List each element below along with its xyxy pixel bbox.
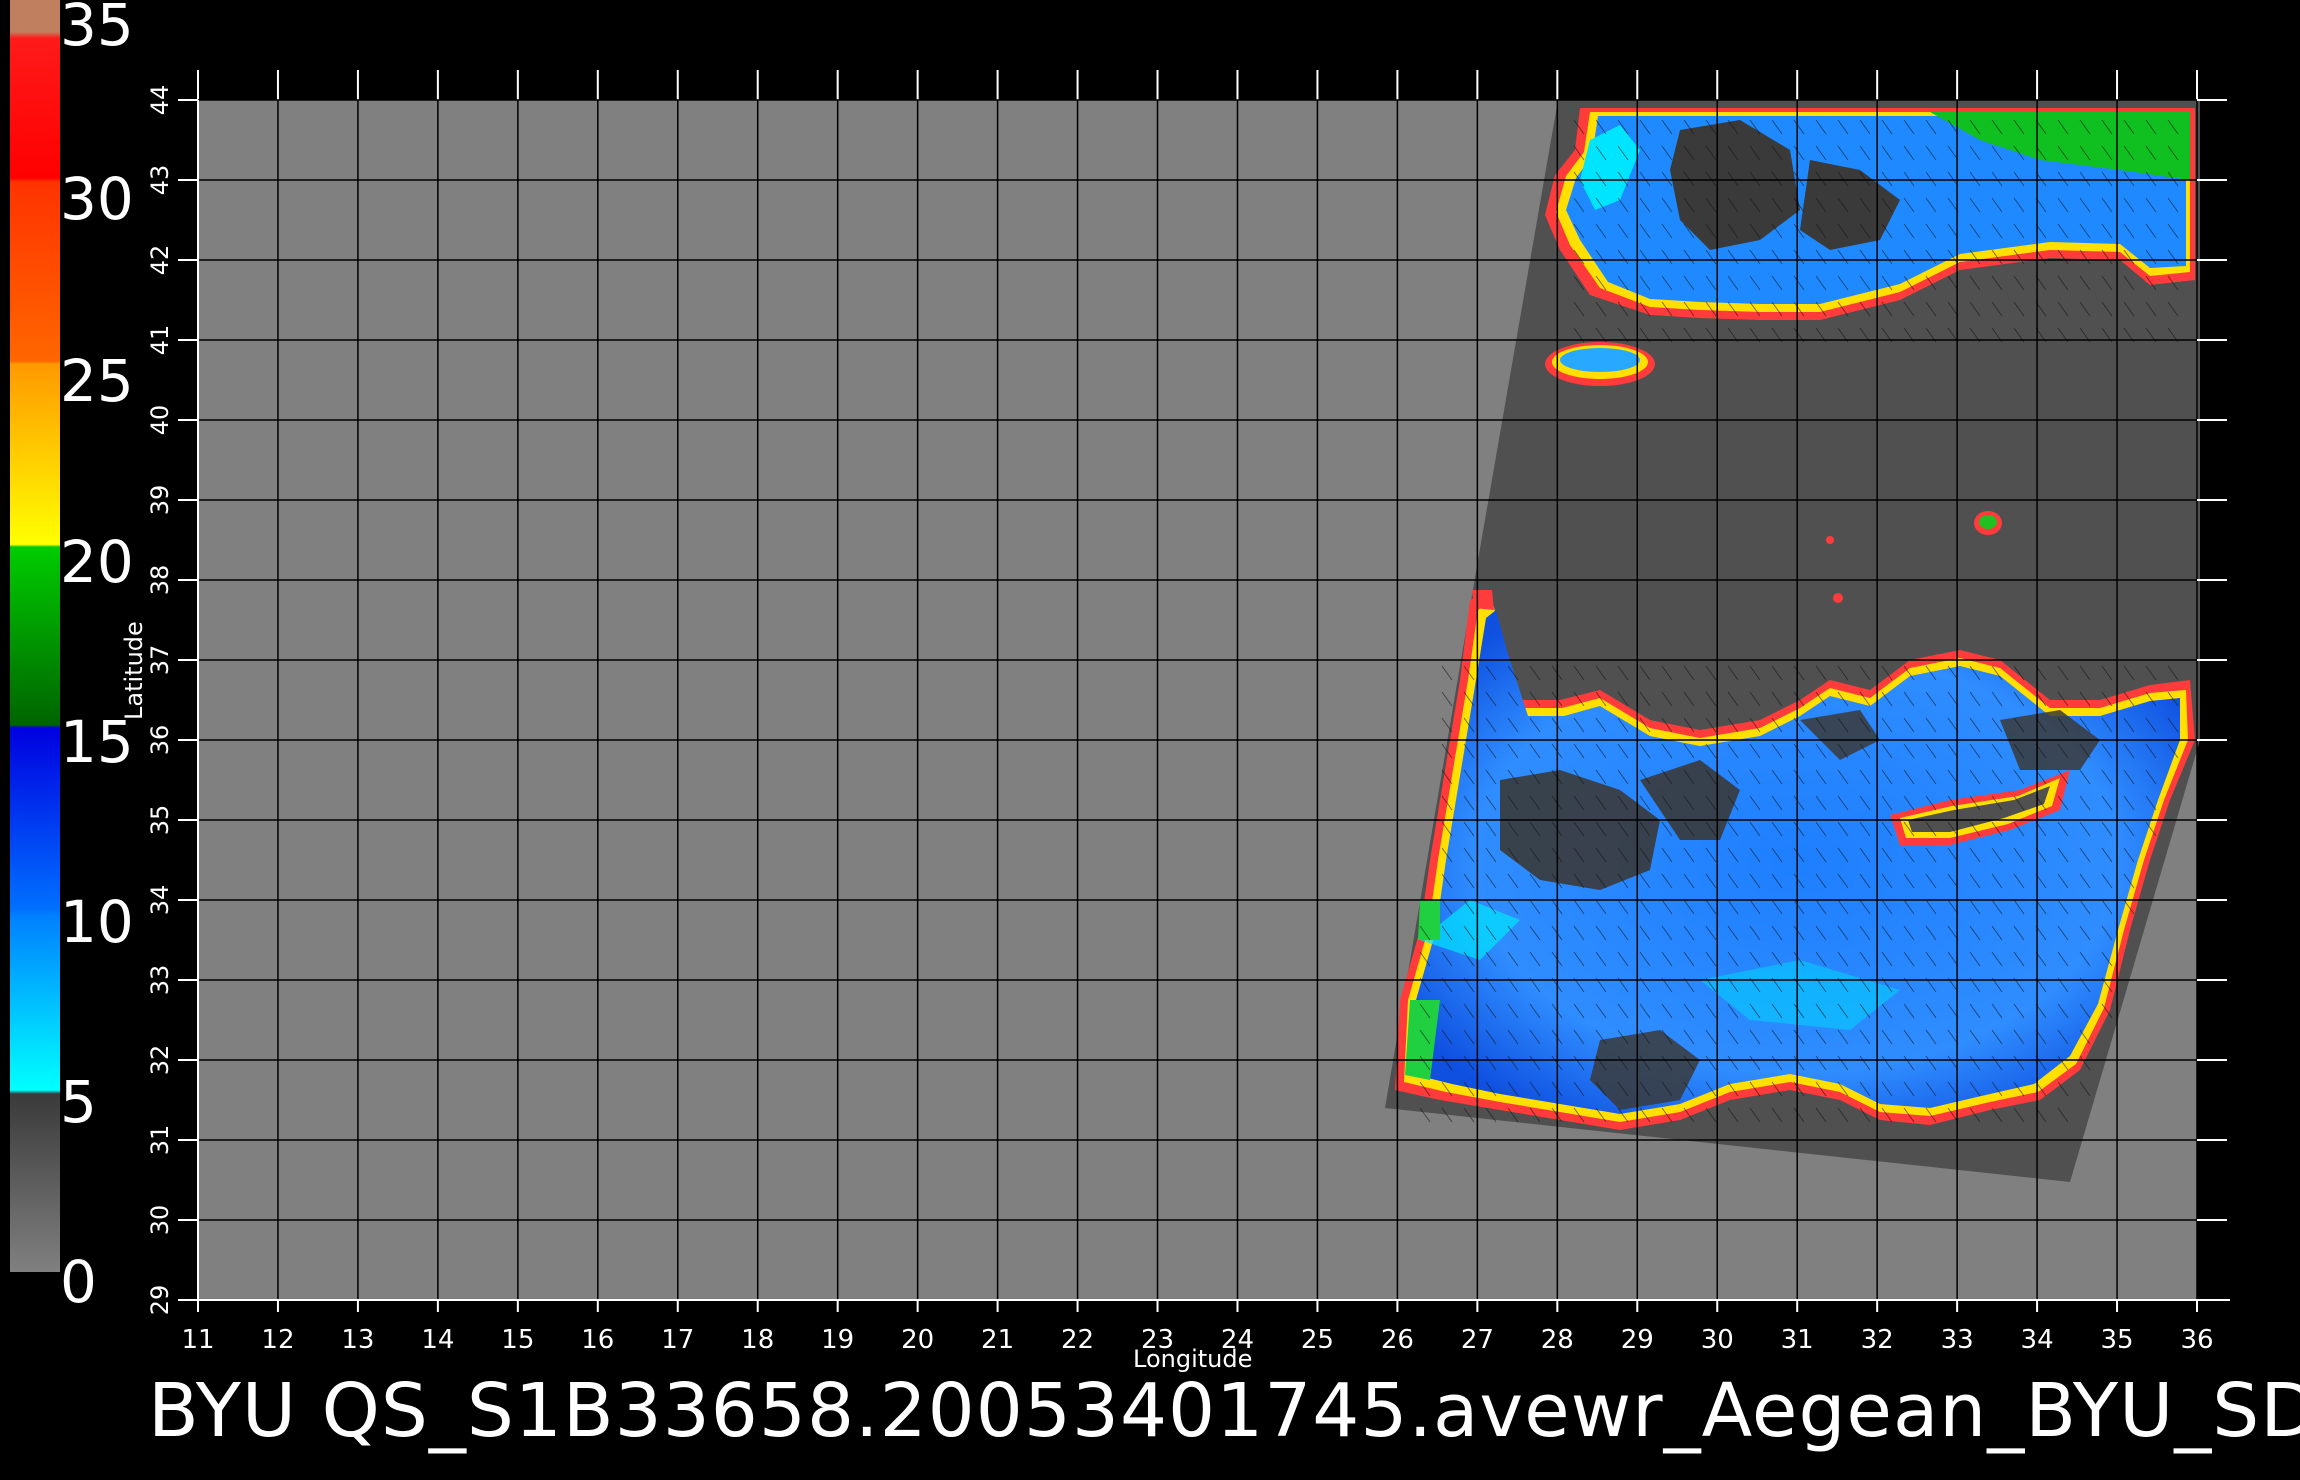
lon-tick-label: 21	[981, 1325, 1014, 1355]
lon-tick-label: 15	[501, 1325, 534, 1355]
lon-tick-label: 12	[261, 1325, 294, 1355]
lon-tick-label: 17	[661, 1325, 694, 1355]
lon-tick-label: 33	[1941, 1325, 1974, 1355]
colorbar	[10, 0, 60, 1272]
lon-tick-label: 22	[1061, 1325, 1094, 1355]
colorbar-gradient	[10, 0, 60, 1272]
figure-title: BYU QS_S1B33658.20053401745.avewr_Aegean…	[148, 1368, 2300, 1454]
lat-tick-label: 42	[146, 245, 174, 276]
lat-tick-label: 39	[146, 485, 174, 516]
lon-tick-label: 19	[821, 1325, 854, 1355]
colorbar-label-15: 15	[60, 708, 134, 776]
lon-tick-label: 18	[741, 1325, 774, 1355]
lon-tick-label: 31	[1781, 1325, 1814, 1355]
lat-tick-label: 29	[146, 1285, 174, 1316]
lon-tick-label: 25	[1301, 1325, 1334, 1355]
lat-tick-label: 36	[146, 725, 174, 756]
lon-tick-label: 35	[2100, 1325, 2133, 1355]
lon-tick-label: 28	[1541, 1325, 1574, 1355]
lon-tick-label: 36	[2180, 1325, 2213, 1355]
lat-tick-label: 32	[146, 1045, 174, 1076]
lon-tick-label: 26	[1381, 1325, 1414, 1355]
colorbar-label-25: 25	[60, 347, 134, 415]
lon-tick-label: 32	[1861, 1325, 1894, 1355]
lat-tick-label: 40	[146, 405, 174, 436]
lat-tick-label: 43	[146, 165, 174, 196]
lat-tick-label: 31	[146, 1125, 174, 1156]
lat-tick-label: 41	[146, 325, 174, 356]
map-figure: 11 12 13 14 15 16 17 18 19 20 21 22 23 24 25 26 27 28 29 30…	[10, 0, 2230, 1355]
lat-tick-label: 37	[146, 645, 174, 676]
lat-tick-label: 38	[146, 565, 174, 596]
lon-tick-label: 27	[1461, 1325, 1494, 1355]
lat-tick-label: 33	[146, 965, 174, 996]
lon-tick-label: 14	[421, 1325, 454, 1355]
lon-tick-label: 20	[901, 1325, 934, 1355]
lat-tick-label: 34	[146, 885, 174, 916]
wind-field-marmara	[1545, 342, 1655, 386]
y-axis-label: Latitude	[120, 621, 148, 720]
colorbar-label-30: 30	[60, 165, 134, 233]
lat-tick-label: 35	[146, 805, 174, 836]
lon-tick-label: 34	[2021, 1325, 2054, 1355]
colorbar-label-0: 0	[60, 1248, 97, 1316]
lon-tick-label: 16	[581, 1325, 614, 1355]
lat-tick-label: 30	[146, 1205, 174, 1236]
colorbar-label-5: 5	[60, 1068, 97, 1136]
lon-tick-label: 13	[341, 1325, 374, 1355]
lat-tick-label: 44	[146, 85, 174, 116]
map-panel: 11 12 13 14 15 16 17 18 19 20 21 22 23 24 25 26 27 28 29 30…	[146, 70, 2227, 1355]
lon-tick-label: 29	[1621, 1325, 1654, 1355]
lon-tick-label: 11	[181, 1325, 214, 1355]
colorbar-label-35: 35	[60, 0, 134, 59]
colorbar-label-20: 20	[60, 528, 134, 596]
lon-tick-label: 30	[1701, 1325, 1734, 1355]
colorbar-label-10: 10	[60, 888, 134, 956]
